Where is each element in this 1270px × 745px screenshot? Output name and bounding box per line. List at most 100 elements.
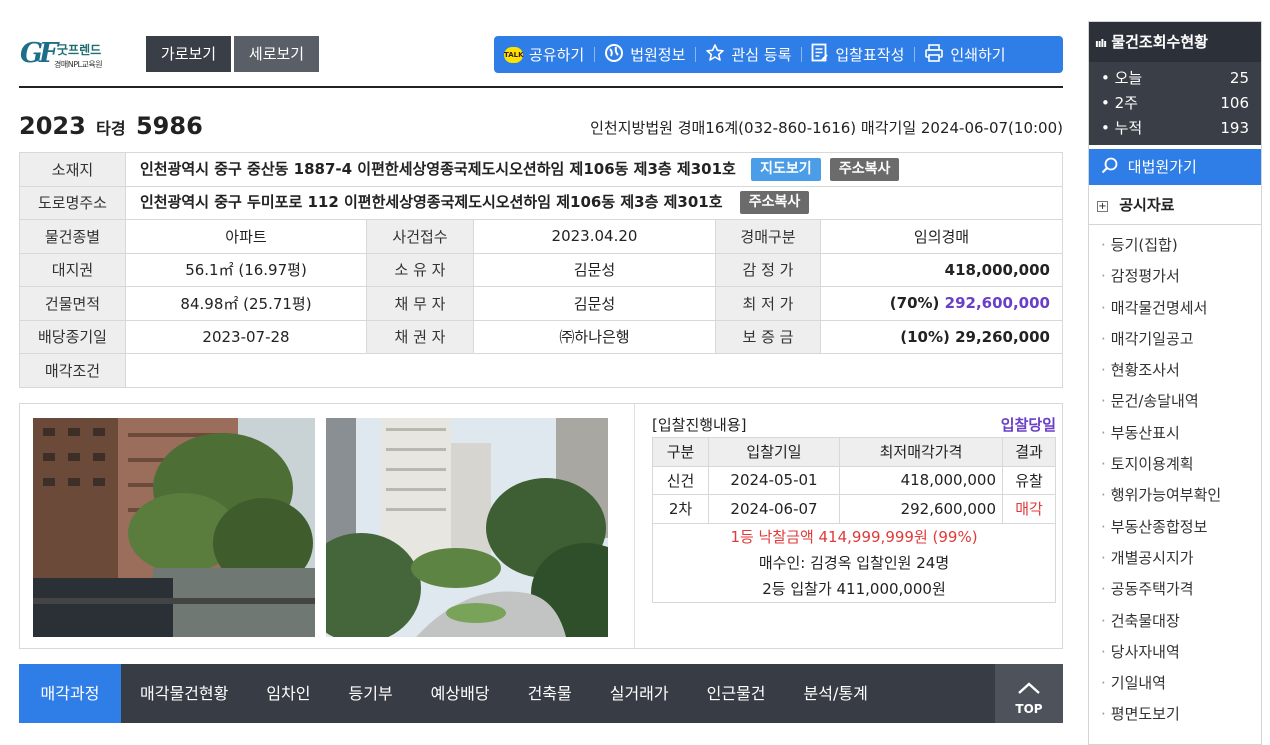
- stat-value: 106: [1220, 94, 1249, 112]
- location-address: 인천광역시 중구 중산동 1887-4 이편한세상영종국제도시오션하임 제106…: [140, 159, 736, 178]
- stat-row: • 누적 193: [1101, 116, 1249, 141]
- sidebar-doc-label: 공동주택가격: [1110, 580, 1194, 599]
- public-docs-list: · 등기(집합) · 감정평가서 · 매각물건명세서 · 매각기일공고 · 현황조사서 · 문건/송달…: [1089, 225, 1261, 731]
- info-header: 최 저 가: [715, 286, 821, 321]
- sidebar-doc-label: 감정평가서: [1110, 267, 1180, 286]
- sidebar-doc-link[interactable]: · 개별공시지가: [1089, 543, 1261, 574]
- tab-sale-process[interactable]: 매각과정: [19, 664, 121, 723]
- site-logo[interactable]: GF 굿프렌드 경매NPL교육원: [20, 38, 112, 72]
- sidebar-doc-label: 건축물대장: [1110, 611, 1180, 630]
- favorite-button[interactable]: 관심 등록: [695, 36, 801, 73]
- sidebar-doc-link[interactable]: · 부동산표시: [1089, 418, 1261, 449]
- sidebar-doc-link[interactable]: · 토지이용계획: [1089, 449, 1261, 480]
- copy-road-address-button[interactable]: 주소복사: [739, 191, 810, 215]
- sidebar-doc-link[interactable]: · 문건/송달내역: [1089, 386, 1261, 417]
- public-docs-header[interactable]: + 공시자료: [1089, 185, 1261, 225]
- scroll-top-button[interactable]: TOP: [995, 664, 1063, 723]
- property-info-table: 소재지 인천광역시 중구 중산동 1887-4 이편한세상영종국제도시오션하임 …: [19, 152, 1063, 388]
- court-info-button[interactable]: 법원정보: [594, 36, 695, 73]
- property-photo[interactable]: [326, 418, 608, 637]
- sidebar-doc-link[interactable]: · 매각기일공고: [1089, 324, 1261, 355]
- share-label: 공유하기: [529, 46, 585, 64]
- map-view-button[interactable]: 지도보기: [751, 157, 821, 181]
- sidebar-doc-link[interactable]: · 건축물대장: [1089, 606, 1261, 637]
- sidebar-doc-link[interactable]: · 평면도보기: [1089, 699, 1261, 730]
- road-address-cell: 인천광역시 중구 두미포로 112 이편한세상영종국제도시오션하임 제106동 …: [125, 185, 1063, 220]
- tab-tenants[interactable]: 임차인: [247, 664, 329, 723]
- bullet-icon: ·: [1101, 611, 1106, 630]
- tab-analysis-stats[interactable]: 분석/통계: [785, 664, 887, 723]
- info-value: 김문성: [473, 286, 716, 321]
- chevron-up-icon: [995, 664, 1063, 702]
- tab-nearby-properties[interactable]: 인근물건: [688, 664, 785, 723]
- favorite-label: 관심 등록: [731, 46, 792, 64]
- info-value: 임의경매: [820, 219, 1063, 254]
- bullet-icon: ·: [1101, 236, 1106, 254]
- sidebar-doc-link[interactable]: · 공동주택가격: [1089, 574, 1261, 605]
- info-header: 채 무 자: [366, 286, 474, 321]
- print-button[interactable]: 인쇄하기: [914, 36, 1015, 73]
- bid-form-button[interactable]: 입찰표작성: [801, 36, 914, 73]
- sidebar-doc-link[interactable]: · 기일내역: [1089, 668, 1261, 699]
- tab-expected-dividend[interactable]: 예상배당: [412, 664, 509, 723]
- bullet-icon: ·: [1101, 486, 1106, 505]
- bullet-icon: ·: [1101, 361, 1106, 380]
- view-count-title: ıılı 물건조회수현황: [1089, 22, 1261, 62]
- bid-date: 2024-06-07: [708, 494, 840, 524]
- bid-result: 매각: [1002, 494, 1056, 524]
- info-header: 대지권: [19, 252, 126, 287]
- property-photo[interactable]: [33, 418, 315, 637]
- sidebar-doc-link[interactable]: · 행위가능여부확인: [1089, 480, 1261, 511]
- search-icon: [1101, 157, 1128, 176]
- sidebar-doc-label: 기일내역: [1110, 674, 1166, 693]
- printer-icon: [924, 43, 944, 67]
- minimum-price: 292,600,000: [944, 294, 1050, 313]
- sidebar-doc-link[interactable]: · 현황조사서: [1089, 355, 1261, 386]
- stat-value: 25: [1229, 69, 1249, 87]
- tab-registry[interactable]: 등기부: [330, 664, 412, 723]
- sidebar-doc-link[interactable]: · 등기(집합): [1089, 230, 1261, 261]
- horizontal-view-button[interactable]: 가로보기: [146, 36, 231, 72]
- minimum-price-cell: (70%) 292,600,000: [820, 286, 1063, 321]
- stat-value: 193: [1220, 119, 1249, 137]
- info-value: 56.1㎡ (16.97평): [125, 252, 367, 287]
- court-info-label: 법원정보: [630, 46, 686, 64]
- globe-icon: [604, 43, 624, 67]
- sidebar-doc-link[interactable]: · 부동산종합정보: [1089, 512, 1261, 543]
- info-header: 보 증 금: [715, 319, 821, 354]
- header-divider: [19, 86, 1063, 88]
- logo-subtitle: 경매NPL교육원: [54, 60, 103, 69]
- minimum-price-percent: (70%): [889, 294, 940, 313]
- tab-building[interactable]: 건축물: [509, 664, 591, 723]
- info-value: 2023-07-28: [125, 319, 367, 354]
- bid-row: 신건 2024-05-01 418,000,000 유찰: [652, 465, 1056, 495]
- bid-history-table: 구분 입찰기일 최저매각가격 결과 신건 2024-05-01 418,000,…: [652, 437, 1056, 524]
- bullet-icon: ·: [1101, 705, 1106, 724]
- document-edit-icon: [811, 43, 829, 67]
- detail-tabs: 매각과정 매각물건현황 임차인 등기부 예상배당 건축물 실거래가 인근물건 분…: [19, 664, 1063, 723]
- supreme-court-link[interactable]: 대법원가기: [1089, 149, 1261, 185]
- sidebar-doc-label: 개별공시지가: [1110, 548, 1194, 567]
- stat-label: • 오늘: [1101, 69, 1143, 87]
- bid-date: 2024-05-01: [708, 465, 840, 495]
- bid-min-price: 418,000,000: [839, 465, 1003, 495]
- copy-address-button[interactable]: 주소복사: [829, 157, 900, 181]
- info-header: 소 유 자: [366, 252, 474, 287]
- tab-real-transactions[interactable]: 실거래가: [591, 664, 688, 723]
- bid-status-badge: 입찰당일: [1000, 416, 1056, 434]
- view-count-title-text: 물건조회수현황: [1111, 33, 1208, 51]
- tab-sale-status[interactable]: 매각물건현황: [121, 664, 247, 723]
- info-value: ㈜하나은행: [473, 319, 716, 354]
- sidebar-doc-link[interactable]: · 매각물건명세서: [1089, 293, 1261, 324]
- share-button[interactable]: TALK 공유하기: [494, 36, 594, 73]
- sidebar-doc-label: 매각기일공고: [1110, 329, 1194, 348]
- stat-label: • 누적: [1101, 119, 1143, 137]
- sidebar-doc-link[interactable]: · 당사자내역: [1089, 637, 1261, 668]
- info-value: 2023.04.20: [473, 219, 716, 254]
- winning-bid: 1등 낙찰금액 414,999,999원 (99%): [730, 528, 978, 546]
- sale-conditions-value: [125, 353, 1063, 388]
- sidebar-doc-link[interactable]: · 감정평가서: [1089, 261, 1261, 292]
- star-icon: [705, 43, 725, 67]
- vertical-view-button[interactable]: 세로보기: [234, 36, 319, 72]
- case-year: 2023: [19, 112, 86, 140]
